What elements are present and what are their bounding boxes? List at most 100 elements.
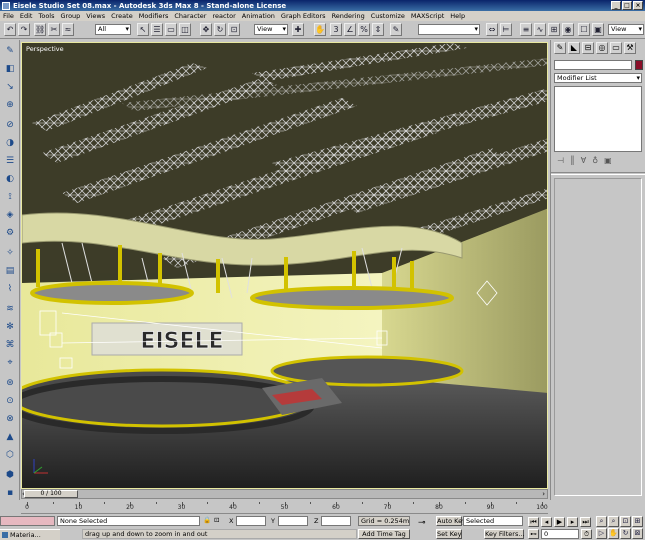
time-configuration-icon[interactable]: ⏱: [581, 529, 592, 539]
percent-snap-icon[interactable]: %: [358, 23, 370, 36]
reactor-export-icon[interactable]: ⬡: [3, 448, 17, 462]
reactor-fracture-icon[interactable]: ⌖: [3, 356, 17, 370]
play-icon[interactable]: ▶: [554, 517, 565, 527]
material-editor-icon[interactable]: ◉: [562, 23, 574, 36]
viewport-label[interactable]: Perspective: [26, 45, 64, 53]
reactor-create-animation-icon[interactable]: ▲: [3, 430, 17, 444]
maxscript-listener[interactable]: [0, 516, 55, 526]
viewport-layout-icon[interactable]: ⊘: [3, 118, 17, 132]
pan-icon[interactable]: ✋: [608, 528, 619, 539]
reactor-water-icon[interactable]: ≋: [3, 302, 17, 316]
reactor-analyze-icon[interactable]: ⊗: [3, 412, 17, 426]
reactor-spring-icon[interactable]: ⌇: [3, 282, 17, 296]
reactor-preview-icon[interactable]: ⊙: [3, 394, 17, 408]
select-link-icon[interactable]: ⛓: [34, 23, 46, 36]
curve-editor-icon[interactable]: ∿: [534, 23, 546, 36]
quick-render-icon[interactable]: ▣: [592, 23, 604, 36]
bind-icon[interactable]: ↘: [3, 80, 17, 94]
auto-key-button[interactable]: Auto Key: [436, 516, 466, 526]
taskbar-item-material[interactable]: Materia...: [0, 529, 60, 540]
reactor-wind-icon[interactable]: ✻: [3, 320, 17, 334]
zoom-extents-all-icon[interactable]: ⊞: [632, 516, 643, 527]
snap-toggle-icon[interactable]: 3: [330, 23, 342, 36]
undo-icon[interactable]: ↶: [4, 23, 16, 36]
menu-file[interactable]: File: [3, 12, 14, 20]
helper-icon[interactable]: ⊕: [3, 98, 17, 112]
named-selection-dropdown[interactable]: [418, 24, 480, 35]
time-next-icon[interactable]: ›: [542, 490, 545, 498]
link-icon[interactable]: ✎: [3, 44, 17, 58]
field-of-view-icon[interactable]: ▷: [596, 528, 607, 539]
go-to-start-icon[interactable]: ⏮: [528, 517, 539, 527]
z-coord-field[interactable]: [321, 516, 351, 526]
perspective-viewport[interactable]: EISELE Perspective: [21, 42, 548, 489]
reactor-options-icon[interactable]: ▪: [3, 486, 17, 500]
select-manipulate-icon[interactable]: ✋: [314, 23, 326, 36]
previous-frame-icon[interactable]: ◂: [541, 517, 552, 527]
scale-icon[interactable]: ⊡: [228, 23, 240, 36]
current-frame-field[interactable]: 0: [541, 529, 579, 539]
modifier-stack[interactable]: [554, 86, 642, 152]
reactor-rigid-icon[interactable]: ◐: [3, 172, 17, 186]
display-icon[interactable]: ◑: [3, 136, 17, 150]
reactor-deform-icon[interactable]: ✧: [3, 246, 17, 260]
zoom-all-icon[interactable]: ⌕: [608, 516, 619, 527]
object-color-swatch[interactable]: [635, 60, 643, 70]
next-frame-icon[interactable]: ▸: [567, 517, 578, 527]
display-tab-icon[interactable]: ▭: [610, 42, 622, 54]
menu-animation[interactable]: Animation: [242, 12, 275, 20]
key-filters-button[interactable]: Key Filters...: [484, 529, 525, 539]
hierarchy-tab-icon[interactable]: ⊟: [582, 42, 594, 54]
key-icon[interactable]: ⊸: [418, 519, 426, 528]
align-icon[interactable]: ⊨: [500, 23, 512, 36]
reactor-rope-icon[interactable]: ⚙: [3, 226, 17, 240]
close-button[interactable]: ×: [633, 1, 643, 10]
window-crossing-icon[interactable]: ◫: [179, 23, 191, 36]
bind-space-warp-icon[interactable]: ≈: [62, 23, 74, 36]
reactor-soft-icon[interactable]: ◈: [3, 208, 17, 222]
reactor-properties-icon[interactable]: ⬢: [3, 468, 17, 482]
reactor-plane-icon[interactable]: ▤: [3, 264, 17, 278]
modify-tab-icon[interactable]: ◣: [568, 42, 580, 54]
time-slider[interactable]: ‹ 0 / 100 ›: [21, 489, 548, 499]
add-time-tag-button[interactable]: Add Time Tag: [358, 529, 410, 539]
pivot-center-icon[interactable]: ✚: [292, 23, 304, 36]
absolute-mode-icon[interactable]: ⊡: [214, 516, 219, 525]
maximize-viewport-icon[interactable]: ⊠: [632, 528, 643, 539]
arc-rotate-icon[interactable]: ↻: [620, 528, 631, 539]
unlink-tool-icon[interactable]: ◧: [3, 62, 17, 76]
maximize-button[interactable]: □: [622, 1, 632, 10]
select-by-name-icon[interactable]: ☰: [151, 23, 163, 36]
menu-rendering[interactable]: Rendering: [332, 12, 365, 20]
zoom-icon[interactable]: ⌕: [596, 516, 607, 527]
lock-selection-icon[interactable]: 🔒: [203, 516, 211, 525]
mirror-icon[interactable]: ⇔: [486, 23, 498, 36]
select-object-icon[interactable]: ↖: [137, 23, 149, 36]
x-coord-field[interactable]: [236, 516, 266, 526]
create-tab-icon[interactable]: ✎: [554, 42, 566, 54]
spinner-snap-icon[interactable]: ⇕: [372, 23, 384, 36]
reference-coord-dropdown[interactable]: View: [254, 24, 288, 35]
rotate-icon[interactable]: ↻: [214, 23, 226, 36]
time-slider-thumb[interactable]: 0 / 100: [24, 490, 78, 498]
menu-customize[interactable]: Customize: [371, 12, 405, 20]
reactor-toy-car-icon[interactable]: ⌘: [3, 338, 17, 352]
menu-modifiers[interactable]: Modifiers: [139, 12, 169, 20]
pin-stack-icon[interactable]: ⊣: [557, 156, 564, 165]
move-icon[interactable]: ✥: [200, 23, 212, 36]
configure-sets-icon[interactable]: ▣: [604, 156, 612, 165]
menu-reactor[interactable]: reactor: [212, 12, 235, 20]
set-key-button[interactable]: Set Key: [436, 529, 462, 539]
utilities-tab-icon[interactable]: ⚒: [624, 42, 636, 54]
menu-views[interactable]: Views: [86, 12, 105, 20]
motion-tab-icon[interactable]: ◎: [596, 42, 608, 54]
minimize-button[interactable]: _: [611, 1, 621, 10]
key-mode-dropdown[interactable]: Selected: [463, 516, 523, 526]
object-name-field[interactable]: [554, 60, 632, 70]
zoom-extents-icon[interactable]: ⊡: [620, 516, 631, 527]
key-mode-toggle-icon[interactable]: ⊷: [528, 529, 539, 539]
y-coord-field[interactable]: [278, 516, 308, 526]
show-end-result-icon[interactable]: ║: [570, 156, 575, 165]
menu-group[interactable]: Group: [61, 12, 81, 20]
menu-tools[interactable]: Tools: [38, 12, 54, 20]
